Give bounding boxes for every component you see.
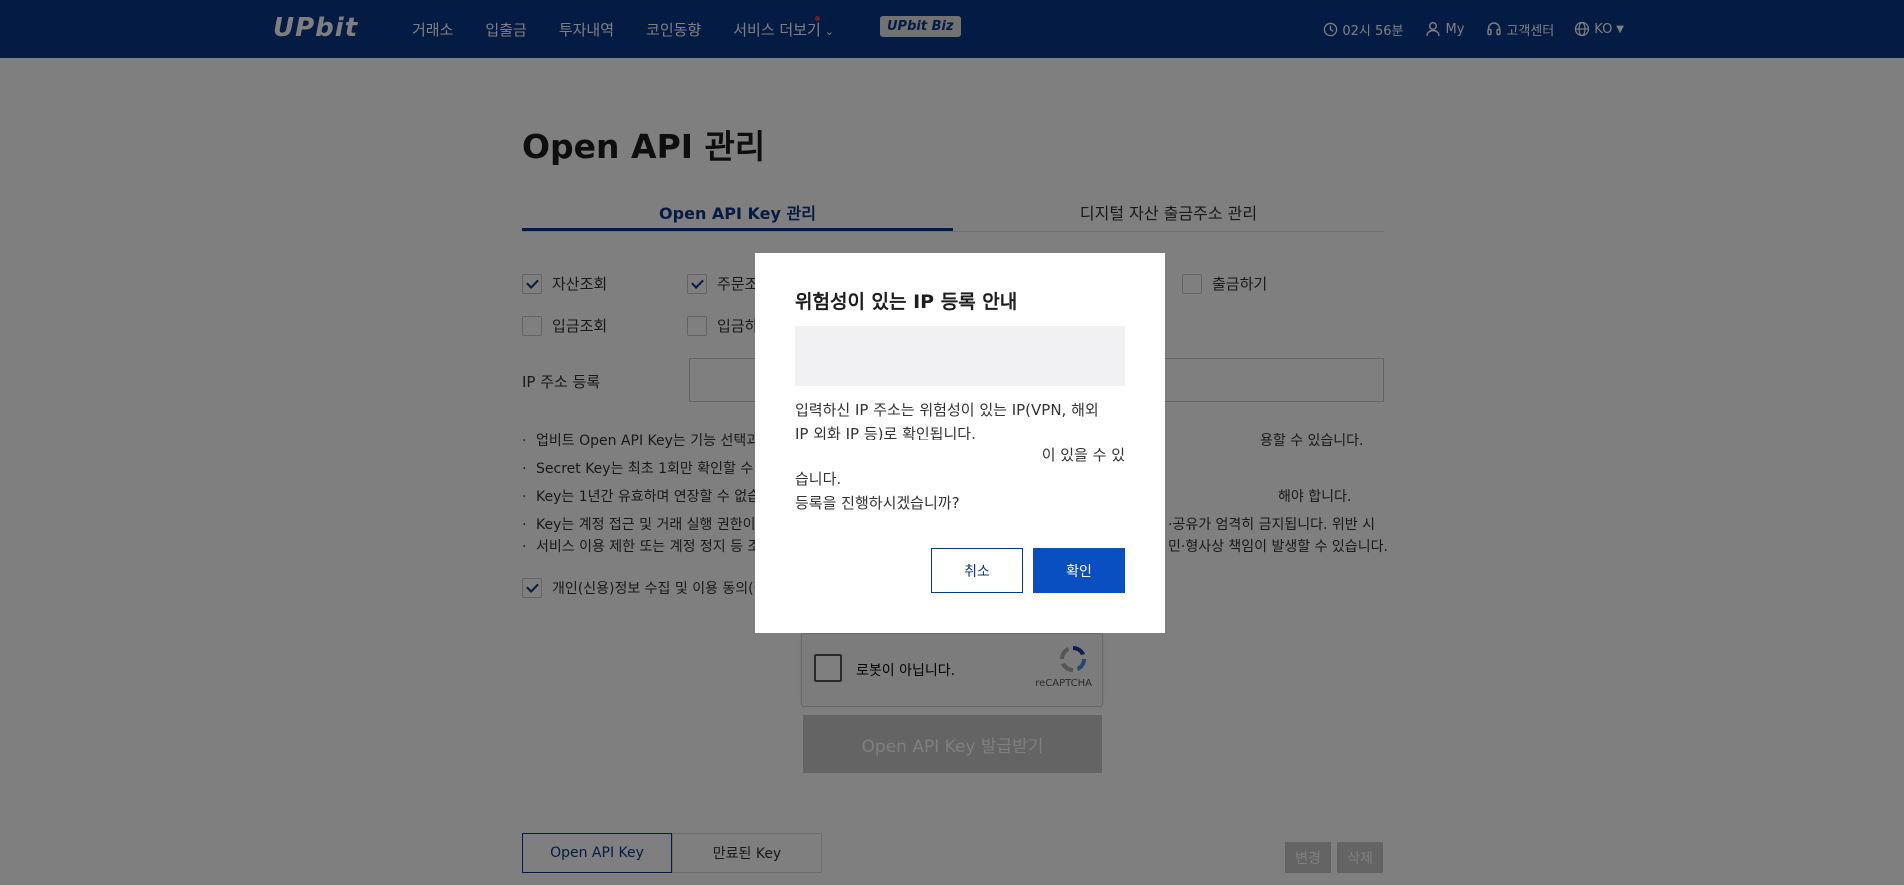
risky-ip-modal: 위험성이 있는 IP 등록 안내 입력하신 IP 주소는 위험성이 있는 IP(… bbox=[755, 253, 1165, 633]
modal-body-bottom: 이 있을 수 있 습니다. 등록을 진행하시겠습니까? bbox=[795, 443, 1125, 515]
modal-text: 습니다. bbox=[795, 470, 842, 488]
modal-text: 입력하신 IP 주소는 위험성이 있는 IP(VPN, 해외 bbox=[795, 401, 1099, 419]
modal-body-top: 입력하신 IP 주소는 위험성이 있는 IP(VPN, 해외 IP 외화 IP … bbox=[795, 398, 1125, 440]
modal-text: 등록을 진행하시겠습니까? bbox=[795, 494, 960, 512]
confirm-button[interactable]: 확인 bbox=[1033, 548, 1125, 593]
modal-text: IP 외화 IP 등)로 확인됩니다. bbox=[795, 425, 976, 440]
cancel-button[interactable]: 취소 bbox=[931, 548, 1023, 593]
ip-display-box bbox=[795, 326, 1125, 386]
modal-text: 이 있을 수 있 bbox=[1041, 446, 1125, 464]
modal-title: 위험성이 있는 IP 등록 안내 bbox=[795, 291, 1018, 313]
